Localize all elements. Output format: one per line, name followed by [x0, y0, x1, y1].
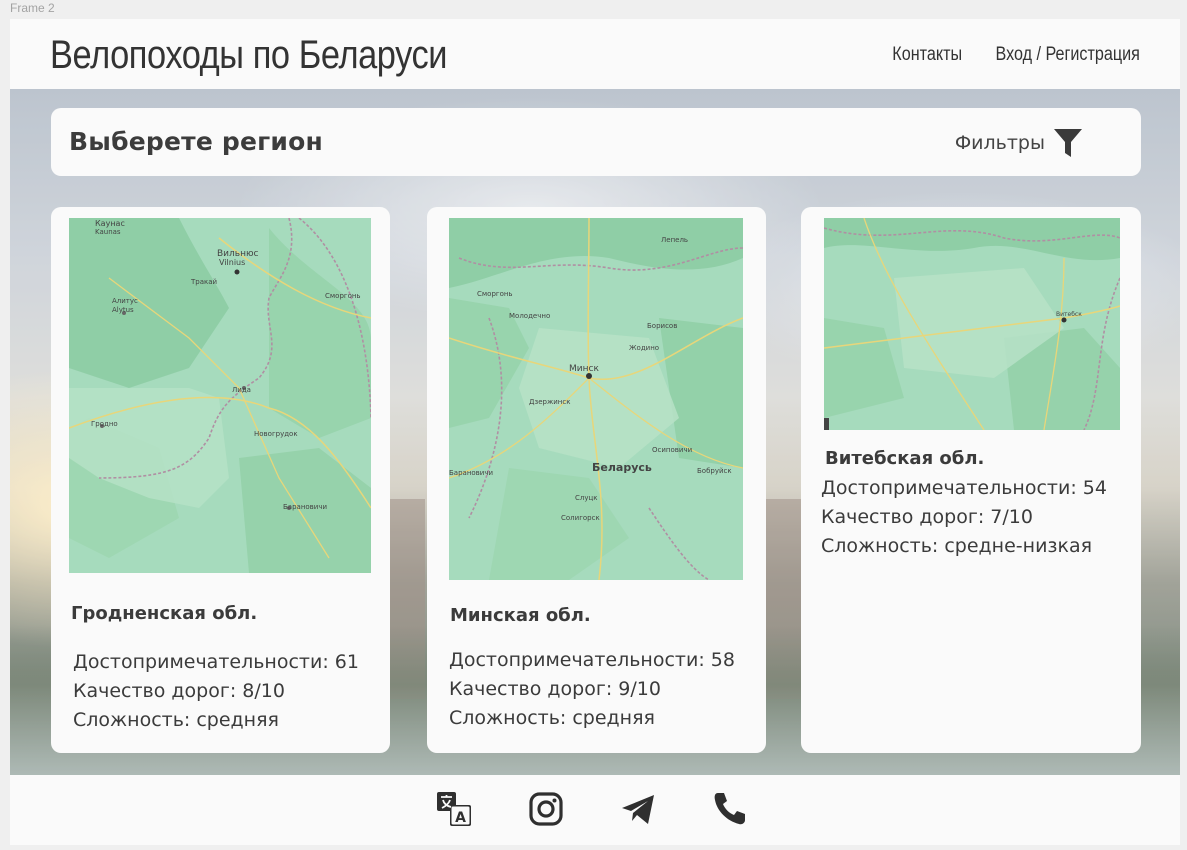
frame-label: Frame 2	[10, 1, 55, 15]
svg-text:Каунас: Каунас	[95, 219, 125, 228]
region-select-title: Выберете регион	[69, 127, 323, 156]
map-image: Витебск	[824, 218, 1120, 430]
filters-button[interactable]: Фильтры	[955, 127, 1083, 159]
svg-text:A: A	[455, 810, 466, 826]
svg-text:Сморгонь: Сморгонь	[325, 292, 361, 300]
stat-difficulty: Сложность: средняя	[449, 707, 655, 729]
telegram-icon[interactable]	[620, 791, 656, 827]
svg-text:Лида: Лида	[232, 386, 251, 394]
svg-text:Осиповичи: Осиповичи	[652, 446, 692, 454]
region-stats: Достопримечательности: 61 Качество дорог…	[73, 648, 359, 735]
region-name: Гродненская обл.	[71, 603, 258, 624]
svg-text:Витебск: Витебск	[1056, 311, 1082, 318]
nav-login-link[interactable]: Вход / Регистрация	[996, 44, 1140, 66]
region-name: Минская обл.	[450, 605, 591, 626]
region-card-grodno[interactable]: Каунас Kaunas Вильнюс Vilnius Тракай Али…	[51, 207, 390, 753]
region-map-grodno[interactable]: Каунас Kaunas Вильнюс Vilnius Тракай Али…	[69, 218, 371, 573]
stat-sights: Достопримечательности: 54	[821, 477, 1107, 499]
page-frame: Велопоходы по Беларуси Контакты Вход / Р…	[10, 19, 1180, 845]
svg-text:Алитус: Алитус	[112, 297, 138, 305]
region-select-bar: Выберете регион Фильтры	[51, 108, 1141, 176]
map-image: Лепель Сморгонь Молодечно Борисов Жодино…	[449, 218, 743, 580]
stat-difficulty: Сложность: средняя	[73, 709, 279, 731]
svg-text:Борисов: Борисов	[647, 322, 677, 330]
svg-text:Гродно: Гродно	[91, 420, 118, 428]
svg-text:Бобруйск: Бобруйск	[697, 467, 732, 475]
region-stats: Достопримечательности: 58 Качество дорог…	[449, 646, 735, 733]
svg-text:Тракай: Тракай	[190, 278, 217, 286]
svg-text:Беларусь: Беларусь	[592, 461, 652, 474]
svg-text:Kaunas: Kaunas	[95, 228, 121, 236]
svg-text:Alytus: Alytus	[112, 306, 134, 314]
svg-text:Слуцк: Слуцк	[575, 494, 598, 502]
filters-label: Фильтры	[954, 132, 1045, 154]
stat-sights: Достопримечательности: 58	[449, 649, 735, 671]
svg-text:Солигорск: Солигорск	[561, 514, 600, 522]
phone-icon[interactable]	[712, 791, 748, 827]
region-card-vitebsk[interactable]: Витебск Витебская обл. Достопримечательн…	[801, 207, 1141, 753]
top-nav: Контакты Вход / Регистрация	[880, 44, 1140, 66]
stat-roads: Качество дорог: 9/10	[449, 678, 661, 700]
nav-contacts-link[interactable]: Контакты	[892, 44, 962, 66]
svg-text:Барановичи: Барановичи	[449, 469, 493, 477]
region-name: Витебская обл.	[825, 448, 985, 469]
stat-sights: Достопримечательности: 61	[73, 651, 359, 673]
svg-text:Барановичи: Барановичи	[283, 503, 327, 511]
translate-icon[interactable]: A	[436, 791, 472, 827]
svg-text:Молодечно: Молодечно	[509, 312, 550, 320]
stat-roads: Качество дорог: 7/10	[821, 506, 1033, 528]
region-card-minsk[interactable]: Лепель Сморгонь Молодечно Борисов Жодино…	[427, 207, 766, 753]
site-title[interactable]: Велопоходы по Беларуси	[50, 33, 447, 78]
svg-text:Минск: Минск	[569, 364, 599, 374]
site-footer: A	[10, 775, 1180, 845]
svg-text:Сморгонь: Сморгонь	[477, 290, 513, 298]
region-map-vitebsk[interactable]: Витебск	[824, 218, 1120, 430]
svg-text:Дзержинск: Дзержинск	[529, 398, 570, 406]
svg-text:Vilnius: Vilnius	[219, 258, 245, 267]
map-image: Каунас Kaunas Вильнюс Vilnius Тракай Али…	[69, 218, 371, 573]
stat-roads: Качество дорог: 8/10	[73, 680, 285, 702]
instagram-icon[interactable]	[528, 791, 564, 827]
stat-difficulty: Сложность: средне-низкая	[821, 535, 1093, 557]
funnel-icon	[1054, 129, 1082, 157]
region-stats: Достопримечательности: 54 Качество дорог…	[821, 474, 1107, 561]
svg-text:Лепель: Лепель	[661, 236, 688, 244]
svg-text:Новогрудок: Новогрудок	[254, 430, 298, 438]
svg-text:Жодино: Жодино	[629, 344, 659, 352]
footer-icons: A	[436, 791, 748, 827]
region-map-minsk[interactable]: Лепель Сморгонь Молодечно Борисов Жодино…	[449, 218, 743, 580]
site-header: Велопоходы по Беларуси Контакты Вход / Р…	[10, 19, 1180, 89]
